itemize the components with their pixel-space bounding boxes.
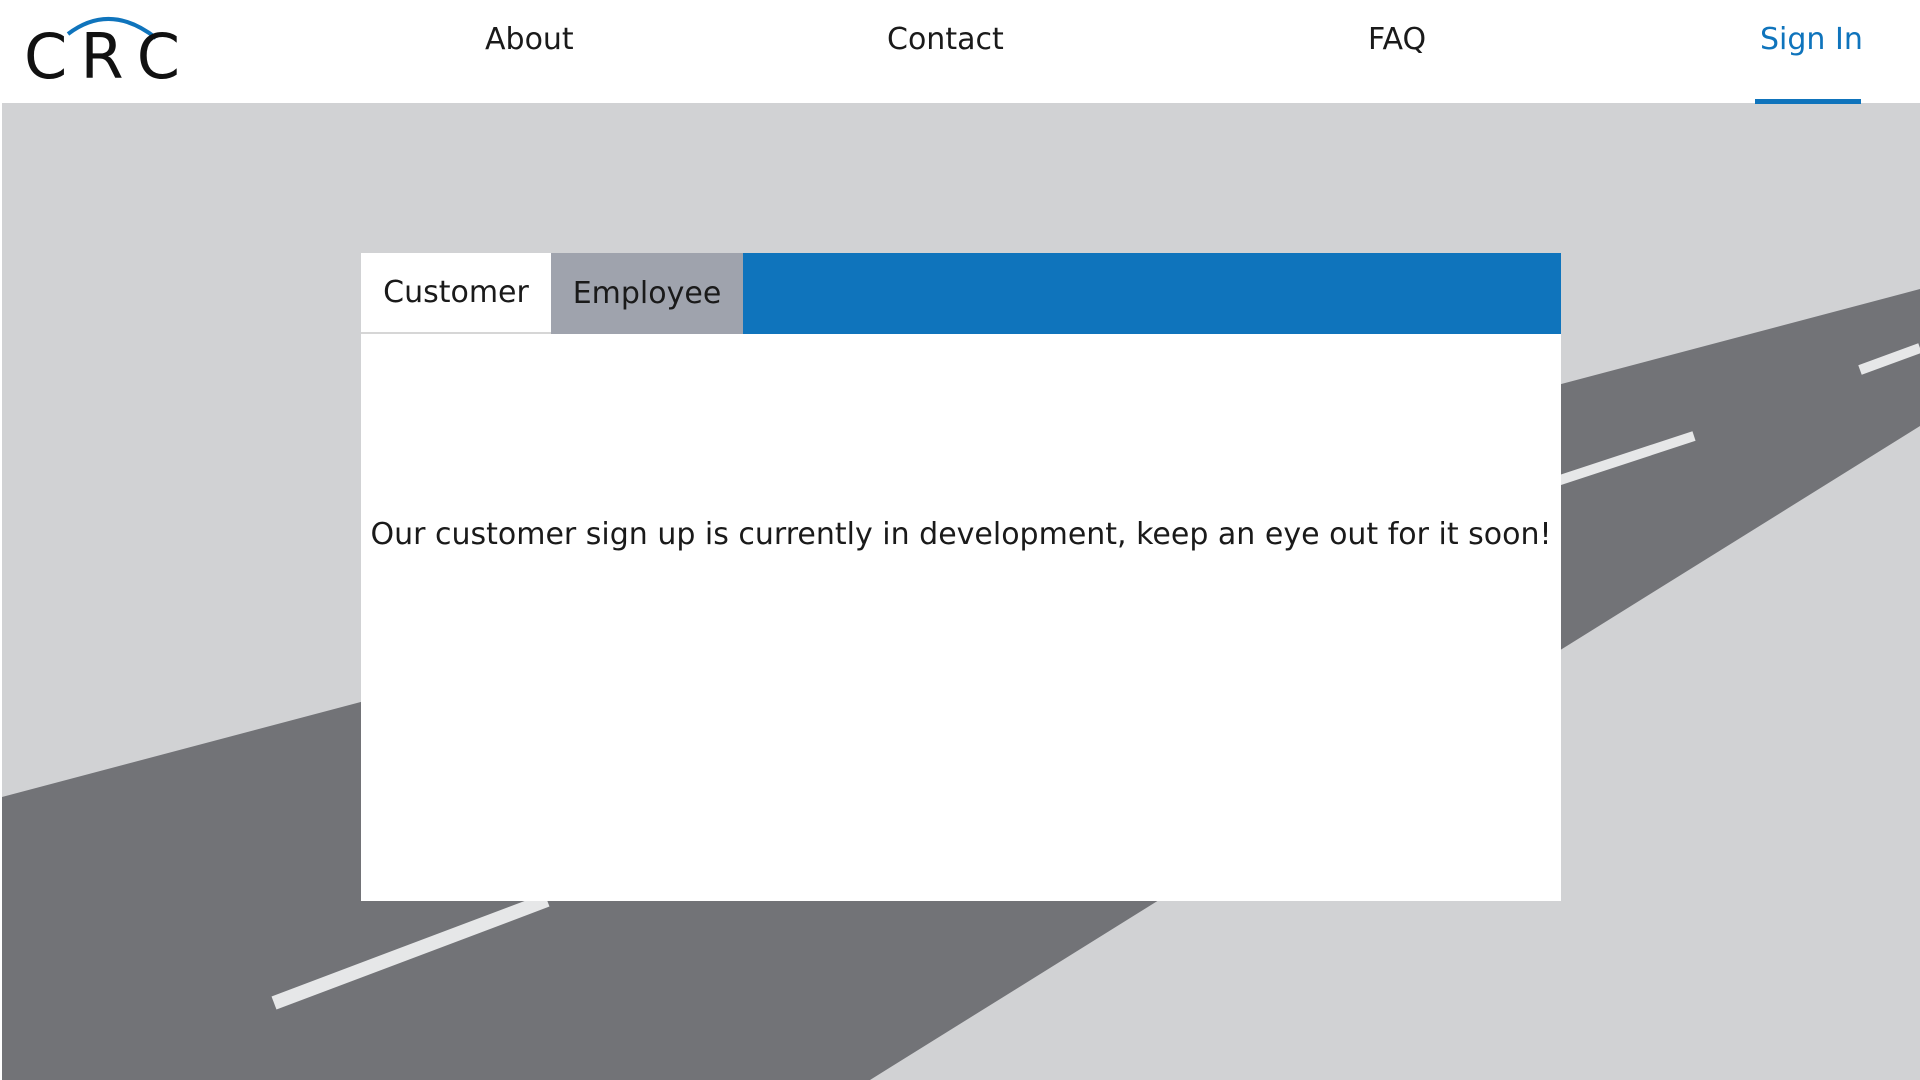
logo-letter-r: R (80, 20, 124, 93)
active-nav-underline (1755, 99, 1861, 104)
logo-letter-c1: C (24, 20, 68, 93)
tab-employee[interactable]: Employee (551, 253, 743, 334)
signup-status-message: Our customer sign up is currently in dev… (370, 516, 1552, 552)
top-navigation-bar: C R C About Contact FAQ Sign In (0, 0, 1920, 104)
signup-tab-bar: Customer Employee (361, 253, 1561, 334)
signup-card: Customer Employee Our customer sign up i… (361, 253, 1561, 901)
tab-customer[interactable]: Customer (361, 253, 551, 334)
nav-about-link[interactable]: About (485, 22, 574, 57)
nav-contact-link[interactable]: Contact (887, 22, 1004, 57)
logo-letter-c2: C (136, 20, 180, 93)
crc-logo[interactable]: C R C (24, 12, 180, 92)
nav-faq-link[interactable]: FAQ (1368, 22, 1426, 57)
logo-letters: C R C (24, 22, 180, 92)
nav-sign-in-link[interactable]: Sign In (1760, 22, 1863, 57)
